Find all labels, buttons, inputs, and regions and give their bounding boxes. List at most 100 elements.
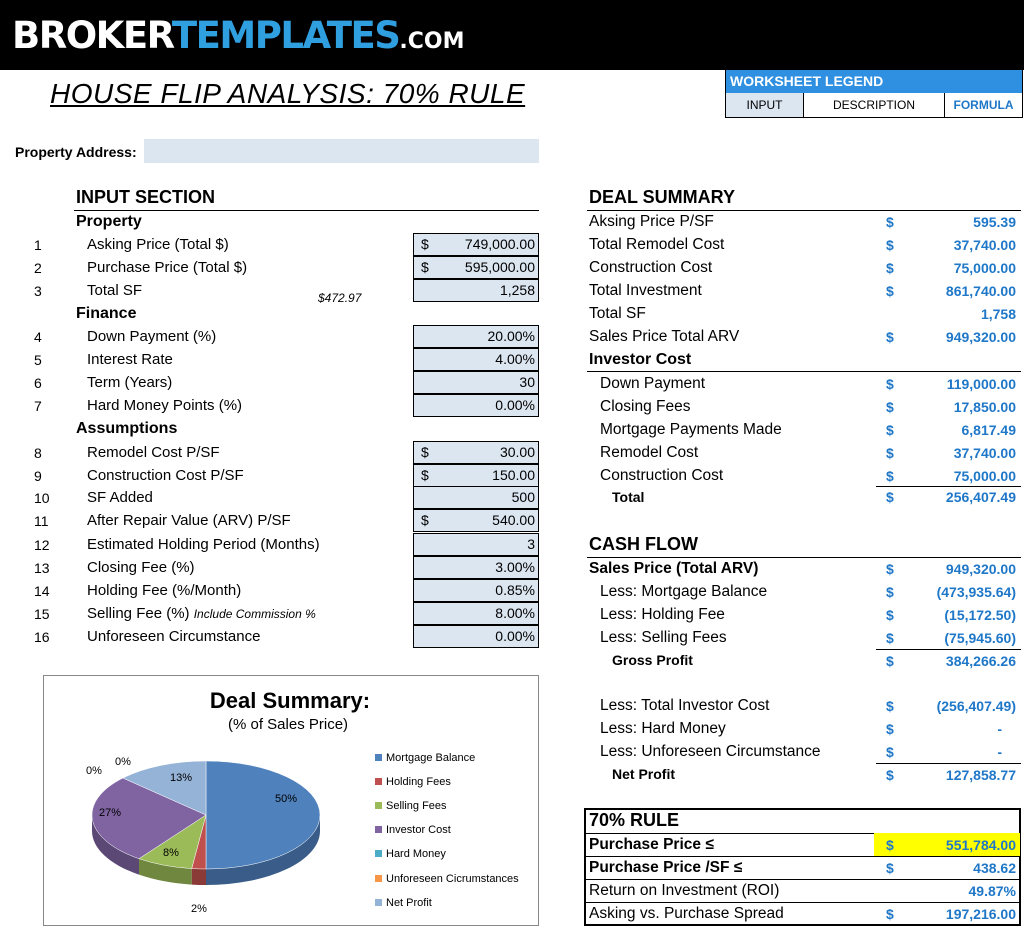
legend-title: WORKSHEET LEGEND bbox=[726, 70, 1022, 93]
row-number: 13 bbox=[34, 560, 50, 576]
input-label-text: Estimated Holding Period (Months) bbox=[87, 536, 320, 553]
cash-flow-divider bbox=[587, 557, 1021, 558]
input-cell[interactable]: $150.00 bbox=[413, 464, 539, 487]
cash-flow-less-selling-label: Less: Selling Fees bbox=[600, 629, 727, 646]
cash-flow-less-investor-value: (256,407.49) bbox=[936, 698, 1016, 714]
investor-label: Construction Cost bbox=[600, 467, 724, 484]
currency-symbol: $ bbox=[421, 236, 429, 252]
investor-label: Mortgage Payments Made bbox=[600, 421, 782, 438]
investor-value: 119,000.00 bbox=[946, 376, 1016, 392]
cash-flow-less-holding-label: Less: Holding Fee bbox=[600, 606, 725, 623]
input-label: Construction Cost P/SF bbox=[87, 467, 244, 484]
rule-divider bbox=[585, 856, 1020, 857]
input-cell[interactable]: 0.85% bbox=[413, 579, 539, 602]
rule-title: 70% RULE bbox=[589, 810, 680, 830]
brand-part-1: BROKER bbox=[12, 14, 173, 57]
input-cell[interactable]: 500 bbox=[413, 486, 539, 509]
investor-dollar: $ bbox=[886, 376, 894, 392]
cash-flow-less-holding-value: (15,172.50) bbox=[944, 607, 1016, 623]
summary-label: Sales Price Total ARV bbox=[589, 328, 740, 345]
investor-dollar: $ bbox=[886, 422, 894, 438]
input-label-text: SF Added bbox=[87, 489, 153, 506]
brand-logo[interactable]: BROKERTEMPLATES.COM bbox=[12, 14, 464, 64]
cash-flow-less-hard-label: Less: Hard Money bbox=[600, 720, 726, 737]
input-cell[interactable]: 0.00% bbox=[413, 625, 539, 648]
legend-description: DESCRIPTION bbox=[804, 93, 945, 117]
input-label: Remodel Cost P/SF bbox=[87, 444, 220, 461]
chart-title: Deal Summary: bbox=[209, 688, 371, 713]
input-label-text: Purchase Price (Total $) bbox=[87, 259, 248, 276]
cash-flow-less-hard-dollar: $ bbox=[886, 721, 894, 737]
net-profit-label: Net Profit bbox=[612, 766, 675, 782]
rule-purchase-price-sf-value: 438.62 bbox=[973, 860, 1016, 876]
input-label-text: After Repair Value (ARV) P/SF bbox=[87, 512, 291, 529]
legend-swatch bbox=[375, 753, 382, 761]
investor-total-value: 256,407.49 bbox=[945, 489, 1016, 505]
currency-symbol: $ bbox=[421, 467, 429, 483]
legend-swatch bbox=[375, 874, 382, 882]
input-cell[interactable]: 30 bbox=[413, 371, 539, 394]
net-profit-dollar: $ bbox=[886, 767, 894, 783]
gross-underline bbox=[876, 649, 1021, 650]
input-cell[interactable]: $749,000.00 bbox=[413, 233, 539, 256]
input-value: 749,000.00 bbox=[464, 236, 535, 252]
currency-symbol: $ bbox=[421, 259, 429, 275]
cash-flow-less-unforeseen-label: Less: Unforeseen Circumstance bbox=[600, 743, 821, 760]
net-profit-value: 127,858.77 bbox=[945, 767, 1016, 783]
legend-label: Net Profit bbox=[386, 897, 432, 909]
cash-flow-less-selling-dollar: $ bbox=[886, 630, 894, 646]
investor-cost-divider bbox=[587, 371, 1021, 372]
input-value: 150.00 bbox=[492, 467, 535, 483]
cash-flow-title: CASH FLOW bbox=[589, 534, 698, 554]
input-cell[interactable]: 3.00% bbox=[413, 556, 539, 579]
legend-item: Hard Money bbox=[375, 847, 446, 861]
input-cell[interactable]: 8.00% bbox=[413, 602, 539, 625]
rule-roi-value: 49.87% bbox=[968, 883, 1016, 899]
input-cell[interactable]: 20.00% bbox=[413, 325, 539, 348]
input-label: Total SF bbox=[87, 282, 142, 299]
input-cell[interactable]: $30.00 bbox=[413, 441, 539, 464]
row-number: 11 bbox=[34, 513, 49, 529]
cash-flow-less-hard-value: - bbox=[997, 721, 1002, 737]
brand-part-2: TEMPLATES bbox=[171, 14, 401, 57]
input-cell[interactable]: 3 bbox=[413, 533, 539, 556]
investor-label: Closing Fees bbox=[600, 398, 691, 415]
input-cell[interactable]: 1,258 bbox=[413, 279, 539, 302]
input-label-text: Unforeseen Circumstance bbox=[87, 628, 261, 645]
property-address-input[interactable] bbox=[144, 139, 539, 163]
worksheet-legend: WORKSHEET LEGEND INPUT DESCRIPTION FORMU… bbox=[725, 70, 1023, 118]
pie-data-label: 27% bbox=[99, 807, 122, 819]
row-number: 14 bbox=[34, 583, 50, 599]
input-label-text: Asking Price (Total $) bbox=[87, 236, 229, 253]
rule-purchase-price-label: Purchase Price ≤ bbox=[589, 836, 714, 853]
investor-dollar: $ bbox=[886, 445, 894, 461]
net-underline bbox=[876, 763, 1021, 764]
input-label-text: Construction Cost P/SF bbox=[87, 467, 244, 484]
cash-flow-sales-value: 949,320.00 bbox=[945, 561, 1016, 577]
input-cell[interactable]: $540.00 bbox=[413, 509, 539, 532]
legend-formula: FORMULA bbox=[953, 98, 1014, 112]
input-value: 0.85% bbox=[495, 582, 535, 598]
input-section-title: INPUT SECTION bbox=[76, 187, 216, 207]
input-cell[interactable]: 4.00% bbox=[413, 348, 539, 371]
legend-swatch bbox=[375, 777, 382, 785]
pie-data-label: 50% bbox=[275, 793, 298, 805]
input-label-text: Hard Money Points (%) bbox=[87, 397, 243, 414]
total-underline bbox=[876, 486, 1021, 487]
subsection-property: Property bbox=[76, 213, 142, 230]
input-label-text: Term (Years) bbox=[87, 374, 173, 391]
summary-dollar: $ bbox=[886, 214, 894, 230]
header-bar: BROKERTEMPLATES.COM bbox=[0, 0, 1024, 70]
input-value: 540.00 bbox=[492, 512, 535, 528]
row-number: 16 bbox=[34, 629, 50, 645]
input-value: 20.00% bbox=[487, 328, 535, 344]
summary-label: Aksing Price P/SF bbox=[589, 213, 714, 230]
legend-label: Mortgage Balance bbox=[386, 752, 476, 764]
legend-label: Unforeseen Cicrumstances bbox=[386, 873, 519, 885]
investor-value: 6,817.49 bbox=[961, 422, 1017, 438]
input-cell[interactable]: $595,000.00 bbox=[413, 256, 539, 279]
input-label: Term (Years) bbox=[87, 374, 172, 391]
input-cell[interactable]: 0.00% bbox=[413, 394, 539, 417]
row-number: 5 bbox=[34, 352, 42, 368]
investor-label: Remodel Cost bbox=[600, 444, 699, 461]
